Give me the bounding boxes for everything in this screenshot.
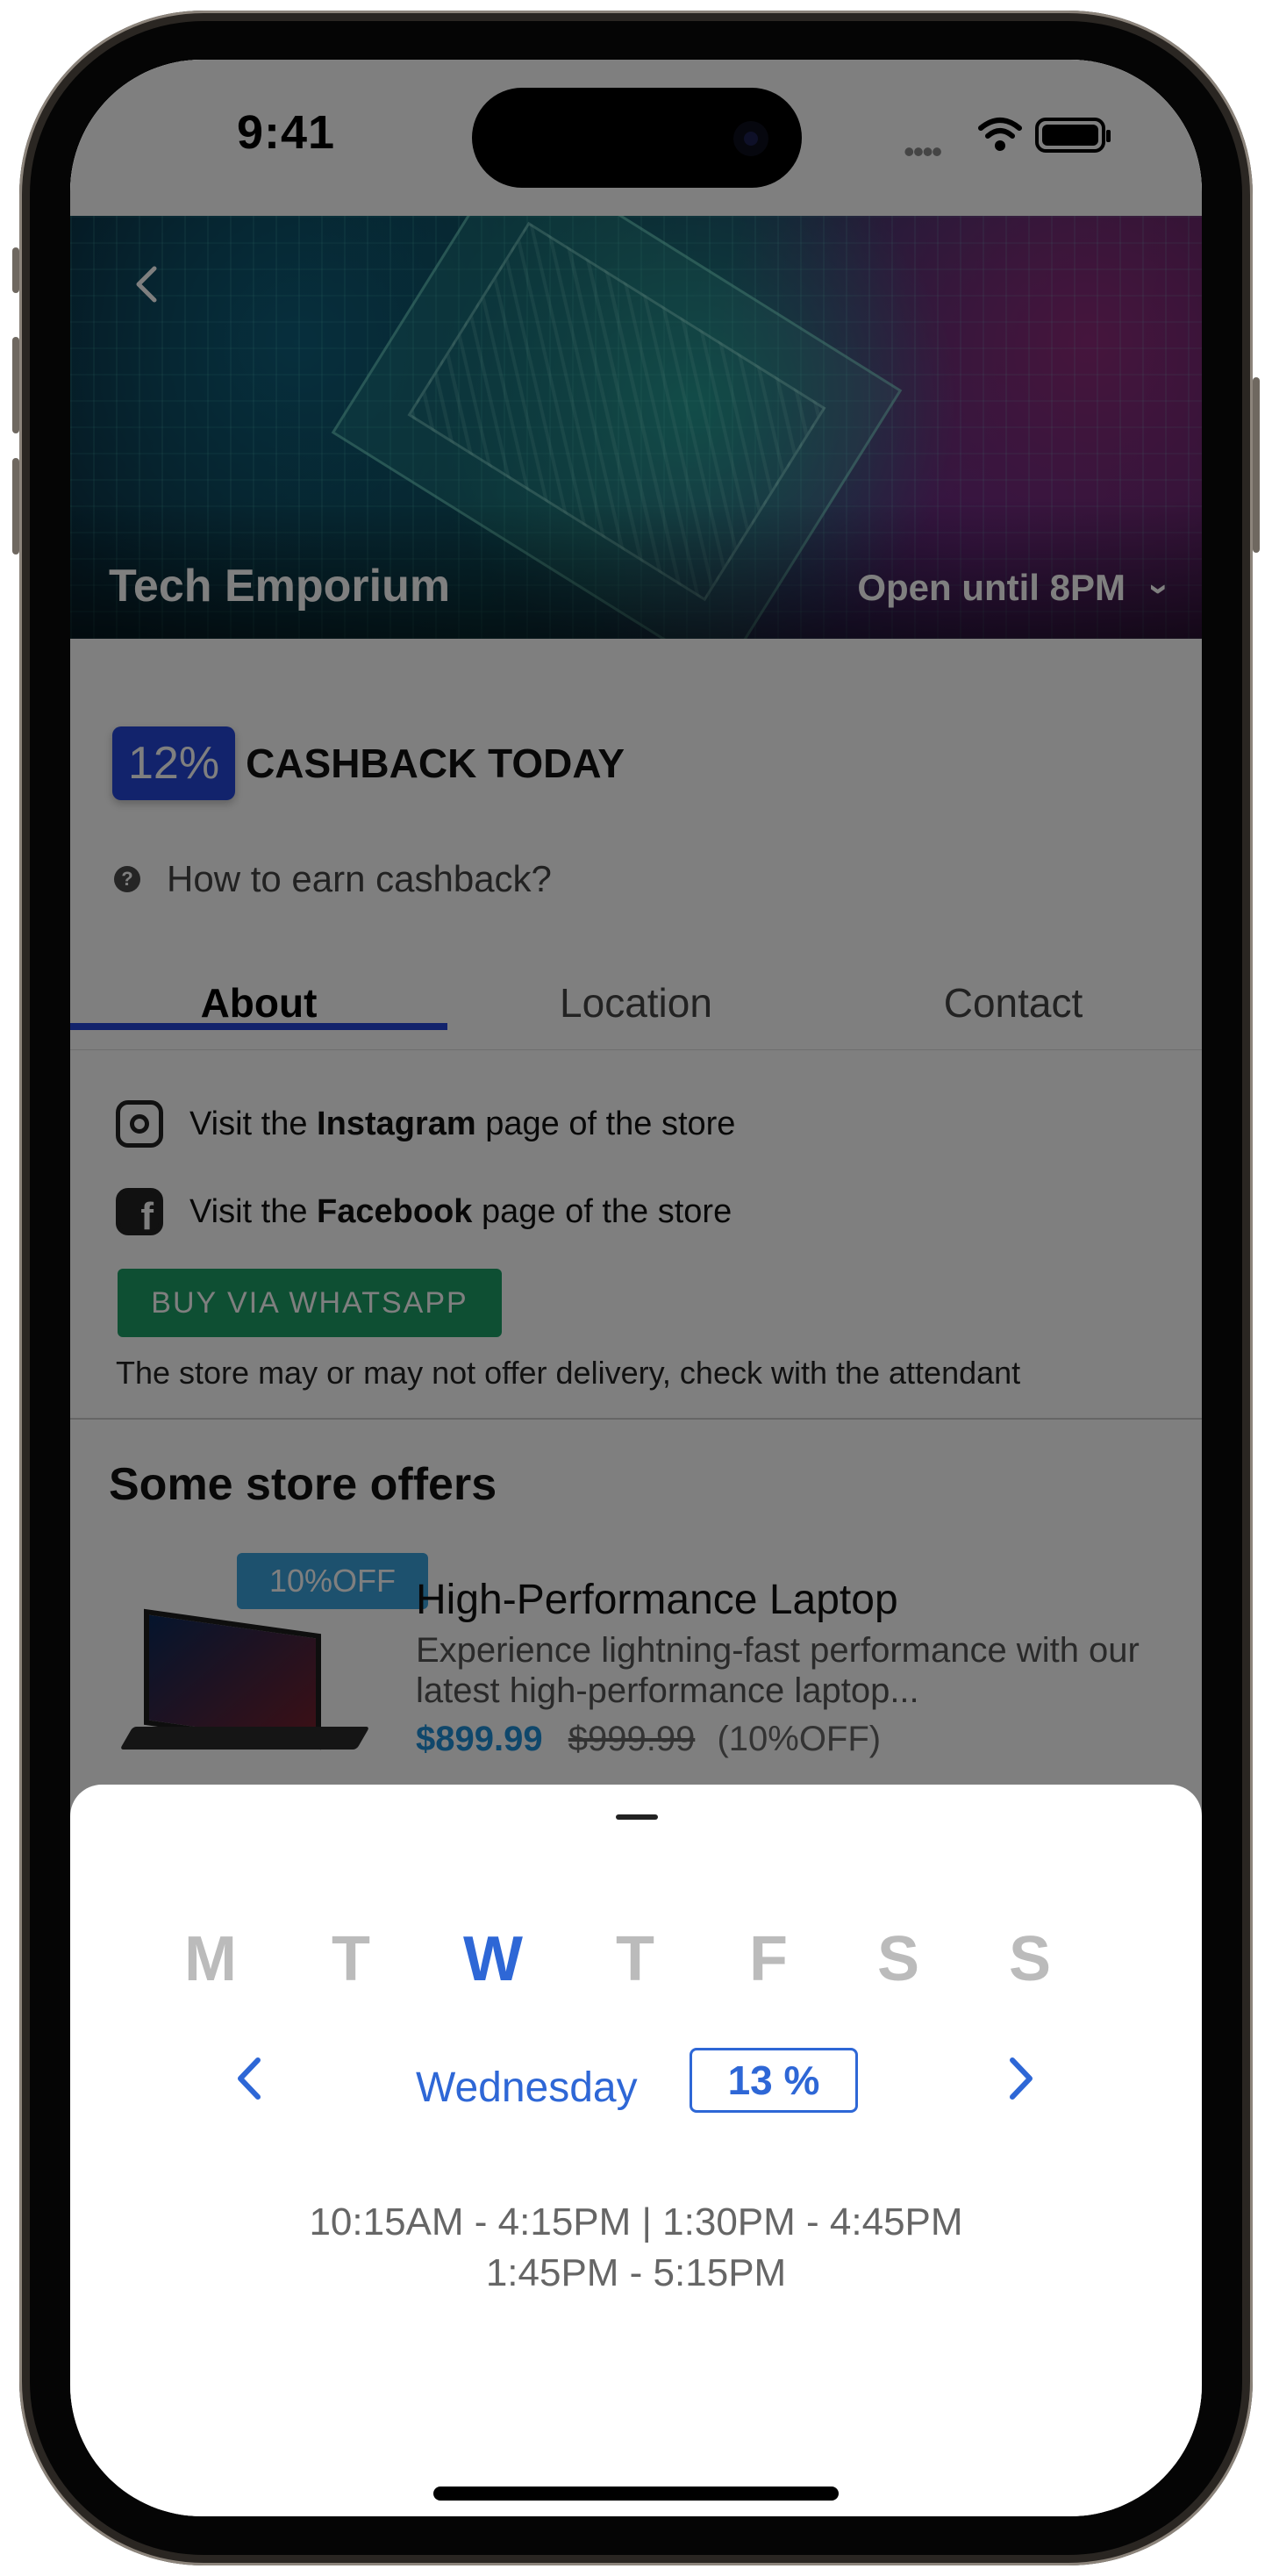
previous-day-button[interactable] [228, 2048, 272, 2123]
day-saturday[interactable]: S [854, 1923, 942, 1995]
day-thursday[interactable]: T [591, 1923, 679, 1995]
weekday-selector: M T W T F S S [167, 1923, 1132, 2002]
cashback-percent-badge: 13 % [690, 2048, 858, 2113]
day-sunday[interactable]: S [986, 1923, 1074, 1995]
side-button [12, 458, 19, 555]
selected-day-name: Wednesday [416, 2064, 638, 2111]
cashback-hours-line: 10:15AM - 4:15PM | 1:30PM - 4:45PM [309, 2200, 963, 2243]
home-indicator[interactable] [433, 2487, 839, 2501]
day-friday[interactable]: F [725, 1923, 812, 1995]
cashback-hours-line: 1:45PM - 5:15PM [485, 2251, 787, 2294]
side-button [12, 247, 19, 293]
sheet-drag-handle[interactable] [616, 1814, 658, 1820]
screen: Tech Emporium Open until 8PM › 9:41 ••••… [70, 60, 1202, 2516]
side-button [12, 337, 19, 433]
day-wednesday[interactable]: W [449, 1923, 537, 1995]
chevron-right-icon [1010, 2057, 1033, 2100]
chevron-left-icon [238, 2057, 261, 2100]
cashback-schedule-sheet: M T W T F S S Wednesday 13 % 10:15AM - 4… [70, 1785, 1202, 2516]
day-monday[interactable]: M [167, 1923, 254, 1995]
side-button [1253, 377, 1260, 553]
next-day-button[interactable] [998, 2048, 1042, 2123]
cashback-hours: 10:15AM - 4:15PM | 1:30PM - 4:45PM 1:45P… [70, 2197, 1202, 2299]
day-tuesday[interactable]: T [307, 1923, 395, 1995]
